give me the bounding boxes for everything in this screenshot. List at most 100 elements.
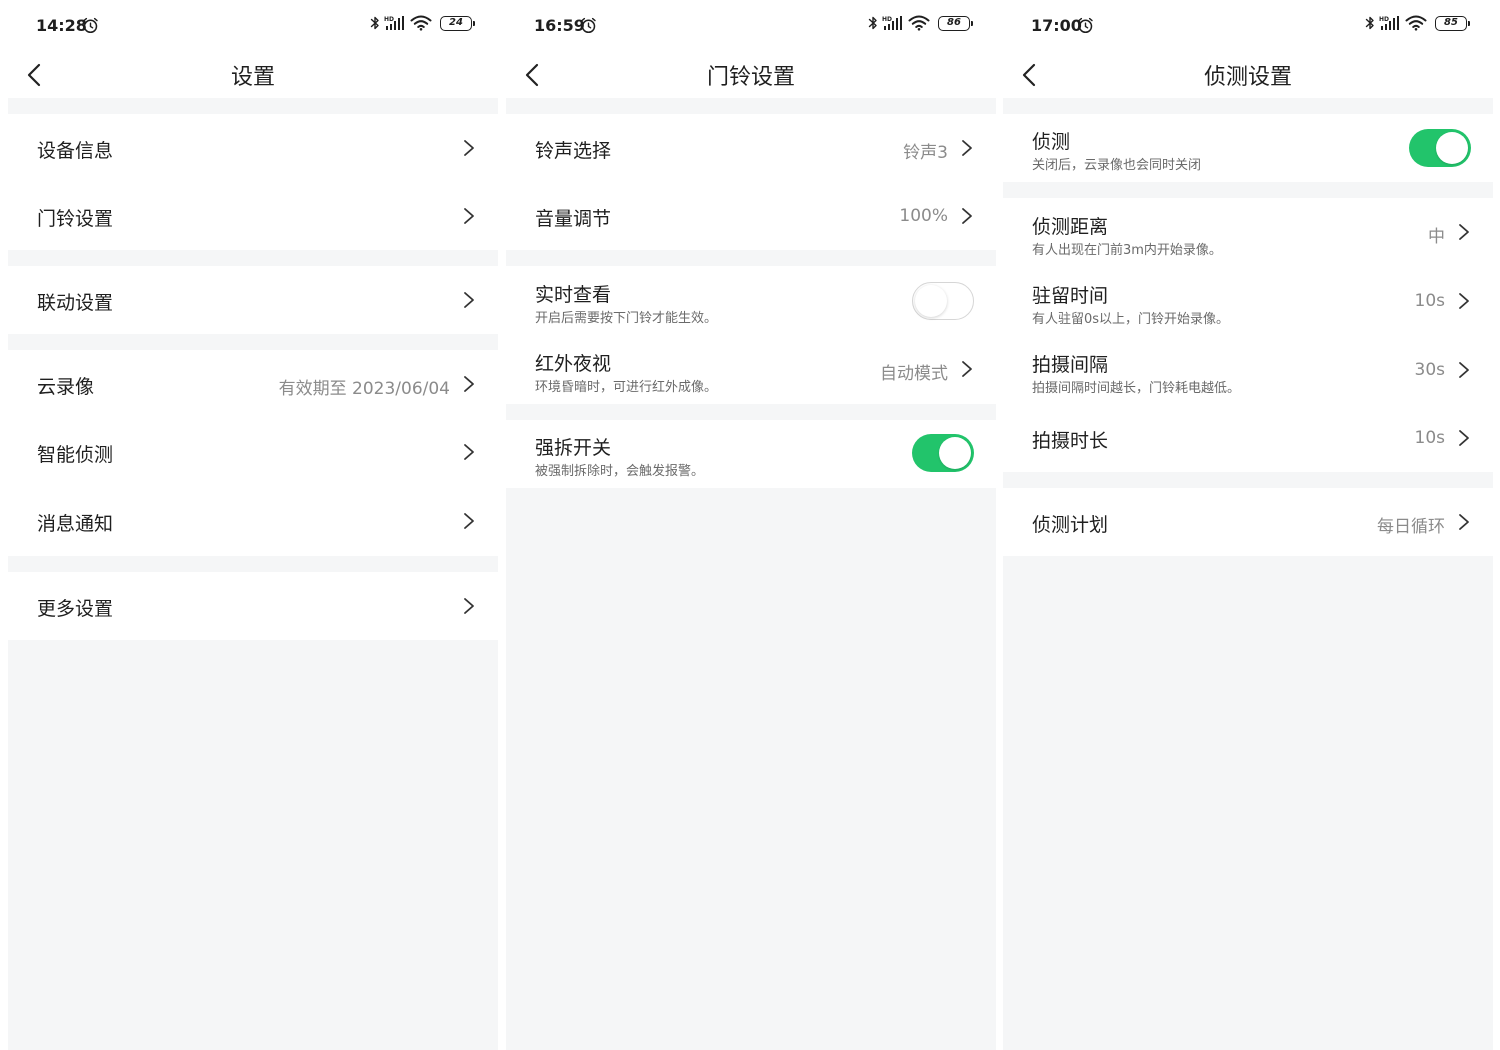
- chevron-right-icon: [1457, 429, 1471, 447]
- toggle-knob: [1436, 132, 1468, 164]
- row-linkage-settings[interactable]: 联动设置: [8, 266, 498, 334]
- nav-bar: 设置: [8, 52, 498, 98]
- row-title: 驻留时间: [1032, 285, 1109, 307]
- chevron-right-icon: [960, 207, 974, 225]
- alarm-icon: [1077, 17, 1094, 34]
- row-detection: 侦测 关闭后，云录像也会同时关闭: [1003, 114, 1493, 182]
- chevron-right-icon: [1457, 513, 1471, 531]
- detection-toggle[interactable]: [1409, 129, 1471, 167]
- battery-level: 24: [449, 17, 463, 28]
- row-subtitle: 拍摄间隔时间越长，门铃耗电越低。: [1032, 381, 1241, 396]
- row-title: 门铃设置: [37, 208, 114, 230]
- status-icons: 85: [1365, 15, 1470, 31]
- row-doorbell-settings[interactable]: 门铃设置: [8, 182, 498, 250]
- status-bar: 16:59 86: [506, 0, 996, 52]
- top-bar: 16:59 86 门铃设置: [506, 0, 996, 98]
- row-more-settings[interactable]: 更多设置: [8, 572, 498, 640]
- row-value: 有效期至 2023/06/04: [278, 379, 450, 399]
- row-title: 设备信息: [37, 140, 114, 162]
- signal-icon: [384, 15, 406, 31]
- battery-icon: 86: [938, 15, 973, 31]
- status-time: 17:00: [1031, 16, 1082, 35]
- row-title: 侦测: [1032, 131, 1071, 153]
- doorbell-settings-screen: 16:59 86 门铃设置 铃声选择 铃声3 音量调节 100% 实时查看 开启…: [506, 0, 996, 1050]
- nav-bar: 侦测设置: [1003, 52, 1493, 98]
- row-subtitle: 有人出现在门前3m内开始录像。: [1032, 243, 1222, 258]
- chevron-right-icon: [462, 139, 476, 157]
- row-ringtone[interactable]: 铃声选择 铃声3: [506, 114, 996, 182]
- battery-level: 86: [947, 17, 961, 28]
- settings-group: 侦测距离 有人出现在门前3m内开始录像。 中 驻留时间 有人驻留0s以上，门铃开…: [1003, 198, 1493, 472]
- row-device-info[interactable]: 设备信息: [8, 114, 498, 182]
- row-infrared-night-vision[interactable]: 红外夜视 环境昏暗时，可进行红外成像。 自动模式: [506, 335, 996, 404]
- live-view-toggle[interactable]: [912, 282, 974, 320]
- settings-group: 实时查看 开启后需要按下门铃才能生效。 红外夜视 环境昏暗时，可进行红外成像。 …: [506, 266, 996, 404]
- status-time: 14:28: [36, 16, 87, 35]
- row-detection-distance[interactable]: 侦测距离 有人出现在门前3m内开始录像。 中: [1003, 198, 1493, 267]
- chevron-right-icon: [960, 139, 974, 157]
- chevron-right-icon: [1457, 292, 1471, 310]
- battery-icon: 85: [1435, 15, 1470, 31]
- row-title: 实时查看: [535, 284, 612, 306]
- row-notifications[interactable]: 消息通知: [8, 487, 498, 556]
- row-title: 侦测距离: [1032, 216, 1109, 238]
- row-title: 拍摄时长: [1032, 430, 1109, 452]
- row-title: 音量调节: [535, 208, 612, 230]
- battery-level: 85: [1444, 17, 1458, 28]
- toggle-knob: [939, 437, 971, 469]
- settings-group: 云录像 有效期至 2023/06/04 智能侦测 消息通知: [8, 350, 498, 556]
- status-icons: 86: [868, 15, 973, 31]
- row-subtitle: 开启后需要按下门铃才能生效。: [535, 311, 718, 326]
- row-title: 拍摄间隔: [1032, 354, 1109, 376]
- row-title: 消息通知: [37, 513, 114, 535]
- settings-group: 更多设置: [8, 572, 498, 640]
- row-title: 侦测计划: [1032, 514, 1109, 536]
- signal-icon: [882, 15, 904, 31]
- row-capture-interval[interactable]: 拍摄间隔 拍摄间隔时间越长，门铃耗电越低。 30s: [1003, 336, 1493, 405]
- chevron-right-icon: [462, 375, 476, 393]
- row-cloud-recording[interactable]: 云录像 有效期至 2023/06/04: [8, 350, 498, 418]
- settings-group: 侦测计划 每日循环: [1003, 488, 1493, 556]
- signal-icon: [1379, 15, 1401, 31]
- status-bar: 14:28 24: [8, 0, 498, 52]
- row-title: 强拆开关: [535, 437, 612, 459]
- battery-icon: 24: [440, 15, 475, 31]
- bluetooth-icon: [1365, 15, 1375, 31]
- row-subtitle: 关闭后，云录像也会同时关闭: [1032, 158, 1202, 173]
- tamper-switch-toggle[interactable]: [912, 434, 974, 472]
- settings-group: 铃声选择 铃声3 音量调节 100%: [506, 114, 996, 250]
- row-capture-duration[interactable]: 拍摄时长 10s: [1003, 405, 1493, 472]
- detection-settings-screen: 17:00 85 侦测设置 侦测 关闭后，云录像也会同时关闭 侦测距离 有人出现…: [1003, 0, 1493, 1050]
- wifi-icon: [1405, 15, 1427, 31]
- wifi-icon: [410, 15, 432, 31]
- row-subtitle: 被强制拆除时，会触发报警。: [535, 464, 705, 479]
- row-subtitle: 环境昏暗时，可进行红外成像。: [535, 380, 718, 395]
- chevron-right-icon: [1457, 361, 1471, 379]
- chevron-right-icon: [462, 443, 476, 461]
- row-value: 100%: [899, 206, 948, 226]
- row-volume[interactable]: 音量调节 100%: [506, 182, 996, 250]
- row-live-view: 实时查看 开启后需要按下门铃才能生效。: [506, 266, 996, 335]
- settings-group: 侦测 关闭后，云录像也会同时关闭: [1003, 114, 1493, 182]
- page-title: 门铃设置: [706, 65, 795, 90]
- row-dwell-time[interactable]: 驻留时间 有人驻留0s以上，门铃开始录像。 10s: [1003, 267, 1493, 336]
- row-title: 红外夜视: [535, 353, 612, 375]
- top-bar: 17:00 85 侦测设置: [1003, 0, 1493, 98]
- row-title: 更多设置: [37, 598, 114, 620]
- toggle-knob: [915, 285, 947, 317]
- settings-group: 强拆开关 被强制拆除时，会触发报警。: [506, 420, 996, 488]
- row-value: 中: [1428, 227, 1445, 247]
- chevron-right-icon: [462, 597, 476, 615]
- row-smart-detection[interactable]: 智能侦测: [8, 418, 498, 487]
- row-subtitle: 有人驻留0s以上，门铃开始录像。: [1032, 312, 1230, 327]
- row-detection-schedule[interactable]: 侦测计划 每日循环: [1003, 488, 1493, 556]
- row-value: 自动模式: [880, 364, 948, 384]
- settings-group: 设备信息 门铃设置: [8, 114, 498, 250]
- chevron-right-icon: [462, 512, 476, 530]
- alarm-icon: [82, 17, 99, 34]
- status-icons: 24: [370, 15, 475, 31]
- chevron-right-icon: [462, 291, 476, 309]
- row-title: 铃声选择: [535, 140, 612, 162]
- wifi-icon: [908, 15, 930, 31]
- bluetooth-icon: [868, 15, 878, 31]
